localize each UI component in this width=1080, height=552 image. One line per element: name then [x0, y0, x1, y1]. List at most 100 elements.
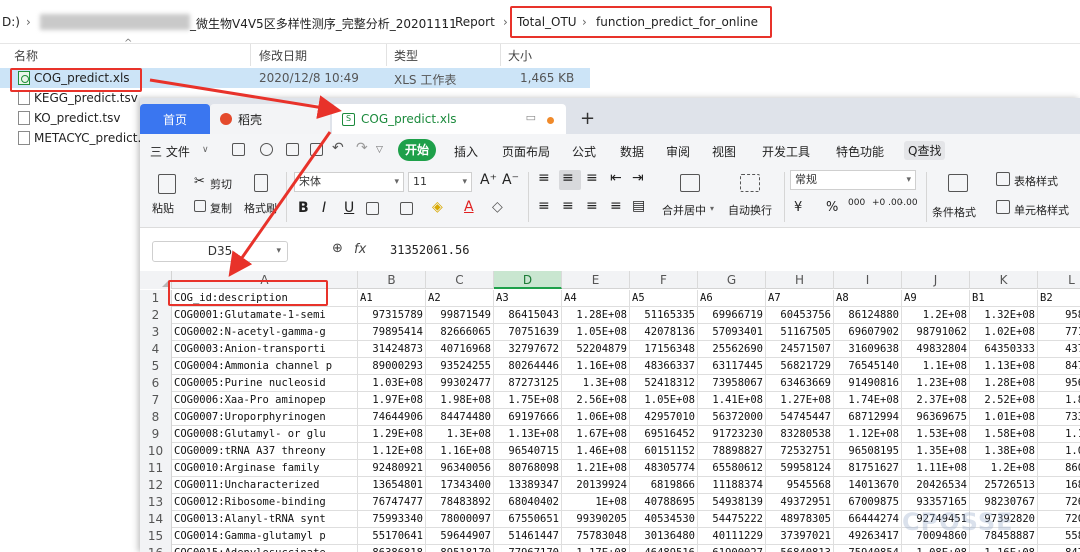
abundance-cell[interactable]: 1.27E+08 [766, 392, 834, 409]
header-cell[interactable]: B2 [1038, 290, 1080, 307]
menu-data[interactable]: 数据 [620, 143, 644, 160]
percent-button[interactable]: % [826, 200, 838, 215]
menu-search[interactable]: Q查找 [904, 141, 946, 160]
column-header-f[interactable]: F [630, 271, 698, 289]
abundance-cell[interactable]: 48978305 [766, 511, 834, 528]
abundance-cell[interactable]: 1.46E+08 [562, 443, 630, 460]
abundance-cell[interactable]: 96508195 [834, 443, 902, 460]
header-cell[interactable]: A6 [698, 290, 766, 307]
quick-access-chevron-icon[interactable]: ▽ [376, 145, 383, 155]
column-header-l[interactable]: L [1038, 271, 1080, 289]
abundance-cell[interactable]: 65580612 [698, 460, 766, 477]
abundance-cell[interactable]: 63463669 [766, 375, 834, 392]
abundance-cell[interactable]: 52204879 [562, 341, 630, 358]
abundance-cell[interactable]: 80264446 [494, 358, 562, 375]
abundance-cell[interactable]: 726094 [1038, 494, 1080, 511]
column-header-i[interactable]: I [834, 271, 902, 289]
abundance-cell[interactable]: 1.3E+08 [426, 426, 494, 443]
tab-home[interactable]: 首页 [140, 104, 210, 134]
cog-description-cell[interactable]: COG0010:Arginase family [172, 460, 358, 477]
abundance-cell[interactable]: 37397021 [766, 528, 834, 545]
decimal-decrease-button[interactable]: -.00 [900, 198, 918, 208]
new-tab-button[interactable]: + [580, 108, 595, 129]
row-header[interactable]: 8 [140, 409, 172, 426]
wrap-text-button[interactable]: 自动换行 [728, 202, 772, 218]
abundance-cell[interactable]: 99390205 [562, 511, 630, 528]
cog-description-cell[interactable]: COG0004:Ammonia channel p [172, 358, 358, 375]
abundance-cell[interactable]: 847788 [1038, 358, 1080, 375]
conditional-format-button[interactable]: 条件格式 [932, 204, 976, 220]
menu-file[interactable]: 三 文件 [150, 143, 190, 160]
abundance-cell[interactable]: 49372951 [766, 494, 834, 511]
column-divider[interactable] [386, 44, 387, 66]
abundance-cell[interactable]: 89000293 [358, 358, 426, 375]
abundance-cell[interactable]: 2.37E+08 [902, 392, 970, 409]
cog-description-cell[interactable]: COG0013:Alanyl-tRNA synt [172, 511, 358, 528]
column-divider[interactable] [500, 44, 501, 66]
abundance-cell[interactable]: 70751639 [494, 324, 562, 341]
drive-label[interactable]: D:) [2, 15, 20, 29]
row-header[interactable]: 11 [140, 460, 172, 477]
abundance-cell[interactable]: 99871549 [426, 307, 494, 324]
cog-description-cell[interactable]: COG0012:Ribosome-binding [172, 494, 358, 511]
align-top-icon[interactable]: ≡ [538, 170, 550, 186]
row-header[interactable]: 9 [140, 426, 172, 443]
window-restore-icon[interactable]: ▭ [526, 111, 536, 124]
abundance-cell[interactable]: 78483892 [426, 494, 494, 511]
abundance-cell[interactable]: 1.28E+08 [970, 375, 1038, 392]
abundance-cell[interactable]: 68040402 [494, 494, 562, 511]
abundance-cell[interactable]: 1.08E+08 [902, 545, 970, 552]
abundance-cell[interactable]: 87273125 [494, 375, 562, 392]
menu-view[interactable]: 视图 [712, 143, 736, 160]
abundance-cell[interactable]: 66444274 [834, 511, 902, 528]
abundance-cell[interactable]: 437206 [1038, 341, 1080, 358]
menu-start[interactable]: 开始 [398, 139, 436, 161]
column-header-j[interactable]: J [902, 271, 970, 289]
abundance-cell[interactable]: 1.84E+ [1038, 392, 1080, 409]
abundance-cell[interactable]: 1.98E+08 [426, 392, 494, 409]
abundance-cell[interactable]: 59644907 [426, 528, 494, 545]
abundance-cell[interactable]: 61900027 [698, 545, 766, 552]
column-type[interactable]: 类型 [394, 47, 418, 64]
abundance-cell[interactable]: 69197666 [494, 409, 562, 426]
abundance-cell[interactable]: 1.97E+08 [358, 392, 426, 409]
abundance-cell[interactable]: 42078136 [630, 324, 698, 341]
abundance-cell[interactable]: 733842 [1038, 409, 1080, 426]
header-cell[interactable]: A4 [562, 290, 630, 307]
abundance-cell[interactable]: 83280538 [766, 426, 834, 443]
abundance-cell[interactable]: 56372000 [698, 409, 766, 426]
row-header[interactable]: 4 [140, 341, 172, 358]
border-icon[interactable] [366, 202, 379, 215]
abundance-cell[interactable]: 958826 [1038, 307, 1080, 324]
abundance-cell[interactable]: 56840813 [766, 545, 834, 552]
abundance-cell[interactable]: 1E+08 [562, 494, 630, 511]
table-style-button[interactable]: 表格样式 [1014, 173, 1058, 189]
abundance-cell[interactable]: 31424873 [358, 341, 426, 358]
abundance-cell[interactable]: 20426534 [902, 477, 970, 494]
menu-developer[interactable]: 开发工具 [762, 143, 810, 160]
abundance-cell[interactable]: 1.2E+08 [970, 460, 1038, 477]
abundance-cell[interactable]: 1.17E+ [1038, 426, 1080, 443]
chevron-down-icon[interactable]: ▾ [710, 204, 714, 213]
print-icon[interactable] [286, 143, 299, 156]
breadcrumb-report[interactable]: Report [455, 15, 495, 29]
abundance-cell[interactable]: 46489516 [630, 545, 698, 552]
row-header[interactable]: 1 [140, 290, 172, 307]
underline-button[interactable]: U [344, 200, 354, 216]
abundance-cell[interactable]: 32797672 [494, 341, 562, 358]
abundance-cell[interactable]: 78000097 [426, 511, 494, 528]
header-cell[interactable]: A8 [834, 290, 902, 307]
abundance-cell[interactable]: 91723230 [698, 426, 766, 443]
abundance-cell[interactable]: 86386818 [358, 545, 426, 552]
abundance-cell[interactable]: 2.52E+08 [970, 392, 1038, 409]
abundance-cell[interactable]: 1.01E+08 [970, 409, 1038, 426]
header-cell[interactable]: A7 [766, 290, 834, 307]
column-name[interactable]: 名称 [14, 47, 38, 64]
abundance-cell[interactable]: 72532751 [766, 443, 834, 460]
column-header-c[interactable]: C [426, 271, 494, 289]
magnifier-icon[interactable]: ⊕ [332, 241, 343, 256]
abundance-cell[interactable]: 1.17E+08 [562, 545, 630, 552]
name-box[interactable]: D35 ▾ [152, 241, 288, 262]
column-date[interactable]: 修改日期 [259, 47, 307, 64]
abundance-cell[interactable]: 1.53E+08 [902, 426, 970, 443]
